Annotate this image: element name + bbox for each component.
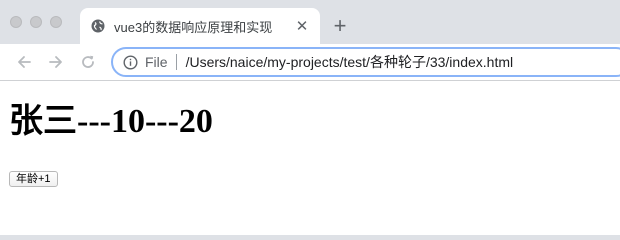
page-heading: 张三---10---20 [9, 103, 213, 140]
info-icon[interactable] [122, 54, 138, 70]
back-arrow-icon[interactable] [14, 52, 34, 72]
globe-icon [90, 18, 106, 34]
close-icon[interactable]: ✕ [294, 18, 310, 34]
window-close-button[interactable] [10, 16, 22, 28]
reload-icon[interactable] [78, 52, 98, 72]
browser-titlebar: vue3的数据响应原理和实现 ✕ + [0, 0, 620, 44]
browser-toolbar: File /Users/naice/my-projects/test/各种轮子/… [0, 44, 620, 81]
url-text[interactable]: /Users/naice/my-projects/test/各种轮子/33/in… [186, 52, 514, 72]
page-content: 张三---10---20 年龄+1 [0, 81, 620, 235]
url-scheme-label: File [145, 54, 168, 70]
tab-title: vue3的数据响应原理和实现 [114, 19, 273, 35]
age-increment-button[interactable]: 年龄+1 [9, 171, 58, 187]
forward-arrow-icon[interactable] [46, 52, 66, 72]
address-divider [175, 54, 177, 70]
plus-icon[interactable]: + [328, 14, 352, 38]
window-maximize-button[interactable] [50, 16, 62, 28]
window-controls [10, 16, 62, 28]
active-tab[interactable]: vue3的数据响应原理和实现 ✕ [80, 8, 320, 44]
address-bar[interactable]: File /Users/naice/my-projects/test/各种轮子/… [111, 47, 620, 77]
window-minimize-button[interactable] [30, 16, 42, 28]
